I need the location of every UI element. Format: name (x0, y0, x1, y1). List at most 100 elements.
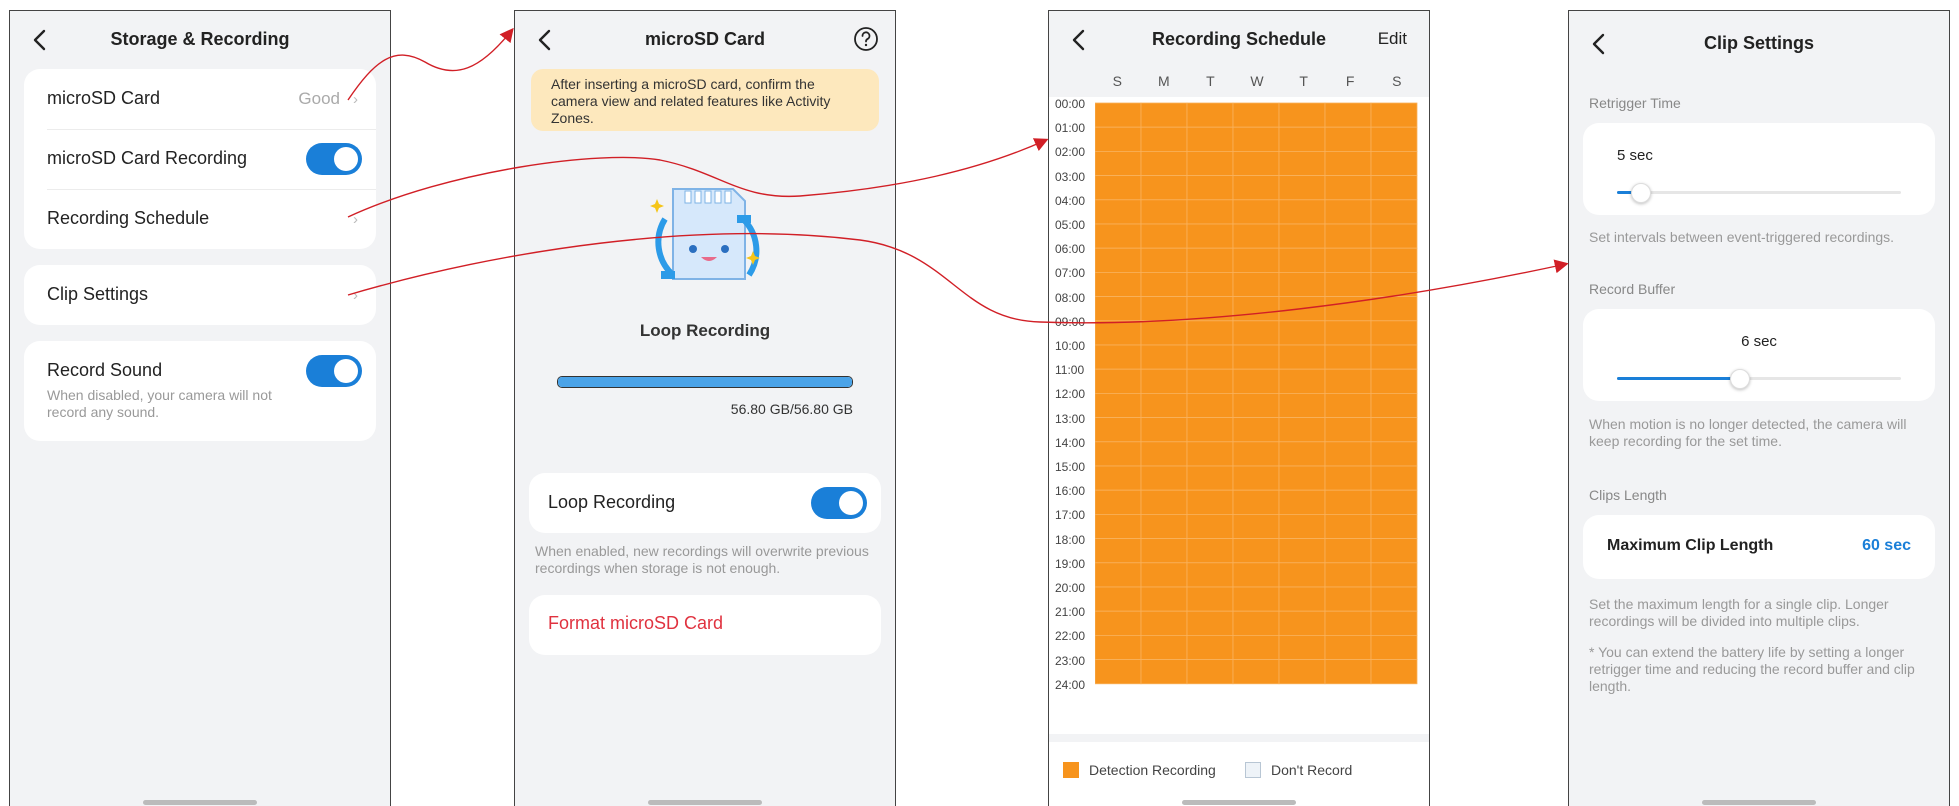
schedule-cell[interactable] (1278, 465, 1326, 491)
schedule-cell[interactable] (1095, 199, 1142, 225)
schedule-cell[interactable] (1140, 441, 1188, 467)
schedule-cell[interactable] (1278, 199, 1326, 225)
schedule-cell[interactable] (1095, 223, 1142, 249)
schedule-cell[interactable] (1278, 151, 1326, 177)
schedule-cell[interactable] (1140, 175, 1188, 201)
schedule-cell[interactable] (1140, 368, 1188, 394)
schedule-cell[interactable] (1186, 271, 1234, 297)
schedule-cell[interactable] (1370, 441, 1418, 467)
schedule-cell[interactable] (1278, 271, 1326, 297)
schedule-cell[interactable] (1278, 635, 1326, 661)
format-card[interactable]: Format microSD Card (529, 595, 881, 655)
schedule-cell[interactable] (1370, 610, 1418, 636)
schedule-cell[interactable] (1370, 392, 1418, 418)
schedule-cell[interactable] (1278, 126, 1326, 152)
schedule-cell[interactable] (1186, 465, 1234, 491)
schedule-cell[interactable] (1186, 368, 1234, 394)
schedule-cell[interactable] (1140, 223, 1188, 249)
schedule-cell[interactable] (1324, 417, 1372, 443)
schedule-cell[interactable] (1370, 635, 1418, 661)
schedule-cell[interactable] (1278, 102, 1326, 128)
schedule-cell[interactable] (1232, 344, 1280, 370)
schedule-cell[interactable] (1278, 513, 1326, 539)
schedule-cell[interactable] (1324, 441, 1372, 467)
schedule-cell[interactable] (1140, 199, 1188, 225)
schedule-cell[interactable] (1232, 102, 1280, 128)
schedule-cell[interactable] (1232, 513, 1280, 539)
schedule-cell[interactable] (1324, 175, 1372, 201)
edit-button[interactable]: Edit (1378, 29, 1407, 49)
schedule-cell[interactable] (1324, 344, 1372, 370)
schedule-cell[interactable] (1140, 635, 1188, 661)
schedule-cell[interactable] (1370, 586, 1418, 612)
schedule-cell[interactable] (1232, 610, 1280, 636)
schedule-cell[interactable] (1095, 175, 1142, 201)
schedule-cell[interactable] (1324, 562, 1372, 588)
schedule-cell[interactable] (1232, 320, 1280, 346)
retrigger-slider-thumb[interactable] (1630, 183, 1651, 203)
schedule-cell[interactable] (1140, 126, 1188, 152)
schedule-cell[interactable] (1140, 392, 1188, 418)
buffer-slider[interactable] (1617, 369, 1901, 389)
schedule-cell[interactable] (1278, 441, 1326, 467)
schedule-cell[interactable] (1370, 489, 1418, 515)
schedule-cell[interactable] (1232, 151, 1280, 177)
schedule-cell[interactable] (1232, 417, 1280, 443)
schedule-cell[interactable] (1095, 513, 1142, 539)
schedule-cell[interactable] (1324, 151, 1372, 177)
schedule-cell[interactable] (1370, 513, 1418, 539)
schedule-cell[interactable] (1324, 538, 1372, 564)
schedule-cell[interactable] (1140, 271, 1188, 297)
schedule-cell[interactable] (1324, 320, 1372, 346)
schedule-cell[interactable] (1186, 247, 1234, 273)
schedule-cell[interactable] (1278, 562, 1326, 588)
schedule-cell[interactable] (1324, 659, 1372, 685)
schedule-cell[interactable] (1186, 320, 1234, 346)
max-clip-length-value[interactable]: 60 sec (1862, 537, 1911, 555)
schedule-cell[interactable] (1370, 417, 1418, 443)
schedule-cell[interactable] (1186, 586, 1234, 612)
schedule-cell[interactable] (1370, 271, 1418, 297)
schedule-cell[interactable] (1324, 392, 1372, 418)
schedule-cell[interactable] (1370, 151, 1418, 177)
schedule-cell[interactable] (1186, 562, 1234, 588)
help-icon[interactable] (853, 26, 879, 52)
schedule-cell[interactable] (1370, 465, 1418, 491)
schedule-cell[interactable] (1324, 610, 1372, 636)
schedule-cell[interactable] (1278, 538, 1326, 564)
schedule-cell[interactable] (1095, 126, 1142, 152)
schedule-cell[interactable] (1095, 441, 1142, 467)
schedule-cell[interactable] (1140, 610, 1188, 636)
schedule-cell[interactable] (1140, 344, 1188, 370)
schedule-cell[interactable] (1095, 102, 1142, 128)
schedule-cell[interactable] (1278, 659, 1326, 685)
schedule-cell[interactable] (1324, 199, 1372, 225)
schedule-cell[interactable] (1186, 392, 1234, 418)
schedule-cell[interactable] (1095, 659, 1142, 685)
schedule-cell[interactable] (1095, 296, 1142, 322)
schedule-cell[interactable] (1370, 126, 1418, 152)
schedule-cell[interactable] (1278, 175, 1326, 201)
schedule-cell[interactable] (1186, 538, 1234, 564)
schedule-cell[interactable] (1324, 489, 1372, 515)
schedule-cell[interactable] (1370, 296, 1418, 322)
schedule-cell[interactable] (1324, 223, 1372, 249)
schedule-cell[interactable] (1278, 247, 1326, 273)
loop-recording-toggle[interactable] (811, 487, 867, 519)
schedule-cell[interactable] (1278, 610, 1326, 636)
schedule-cell[interactable] (1095, 562, 1142, 588)
schedule-cell[interactable] (1370, 368, 1418, 394)
schedule-cell[interactable] (1370, 659, 1418, 685)
schedule-cell[interactable] (1140, 102, 1188, 128)
schedule-cell[interactable] (1140, 151, 1188, 177)
schedule-cell[interactable] (1232, 296, 1280, 322)
schedule-cell[interactable] (1232, 441, 1280, 467)
schedule-cell[interactable] (1232, 392, 1280, 418)
schedule-cell[interactable] (1186, 441, 1234, 467)
schedule-cell[interactable] (1232, 223, 1280, 249)
schedule-cell[interactable] (1232, 586, 1280, 612)
schedule-cell[interactable] (1232, 465, 1280, 491)
schedule-cell[interactable] (1186, 659, 1234, 685)
schedule-cell[interactable] (1370, 223, 1418, 249)
schedule-cell[interactable] (1324, 513, 1372, 539)
